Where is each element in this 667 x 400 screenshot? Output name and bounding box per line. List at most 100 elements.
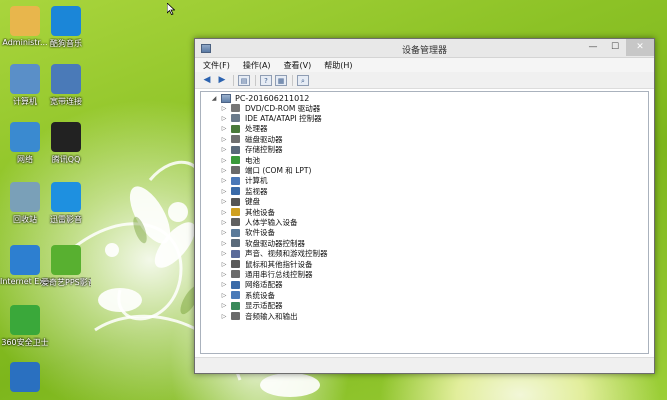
expand-arrow-icon[interactable]: ▷	[220, 281, 228, 288]
disk-drive-icon	[231, 135, 240, 144]
computer-icon	[10, 64, 40, 94]
properties-icon[interactable]: ▦	[275, 74, 287, 86]
menu-file[interactable]: 文件(F)	[203, 60, 230, 71]
network-connection-icon	[51, 64, 81, 94]
expand-arrow-icon[interactable]: ▷	[220, 240, 228, 247]
show-hide-tree-icon[interactable]: ▤	[238, 74, 250, 86]
desktop-icon[interactable]	[0, 362, 50, 394]
device-category[interactable]: ▷ 系统设备	[220, 290, 275, 300]
toolbar-separator	[255, 74, 256, 86]
expand-arrow-icon[interactable]: ▷	[220, 271, 228, 278]
expand-arrow-icon[interactable]: ▷	[220, 198, 228, 205]
expand-arrow-icon[interactable]: ▷	[220, 125, 228, 132]
device-category[interactable]: ▷ 软盘驱动器控制器	[220, 238, 305, 248]
expand-arrow-icon[interactable]: ▷	[220, 209, 228, 216]
desktop-icon-label: 360安全卫士	[1, 338, 49, 347]
desktop-icon-label: 爱奇艺PPS影音	[41, 278, 91, 287]
device-category[interactable]: ▷ 鼠标和其他指针设备	[220, 259, 313, 269]
expand-arrow-icon[interactable]: ▷	[220, 177, 228, 184]
device-manager-window: 设备管理器 — ☐ ✕ 文件(F) 操作(A) 查看(V) 帮助(H) ◀ ▶ …	[194, 38, 655, 374]
device-category[interactable]: ▷ 电池	[220, 155, 260, 165]
device-category[interactable]: ▷ 声音、视频和游戏控制器	[220, 249, 328, 259]
device-category[interactable]: ▷ 端口 (COM 和 LPT)	[220, 165, 312, 175]
device-category[interactable]: ▷ 处理器	[220, 124, 268, 134]
expand-arrow-icon[interactable]: ▷	[220, 261, 228, 268]
menu-help[interactable]: 帮助(H)	[324, 60, 352, 71]
status-bar	[195, 357, 654, 373]
device-tree: ◢ PC-201606211012 ▷ DVD/CD-ROM 驱动器 ▷ IDE AT…	[200, 91, 649, 354]
desktop-icon[interactable]: 腾讯QQ	[41, 122, 91, 165]
collapse-arrow-icon[interactable]: ◢	[210, 95, 218, 102]
keyboard-icon	[231, 197, 240, 206]
desktop-icon[interactable]: 迅雷影音	[41, 182, 91, 225]
device-category[interactable]: ▷ 音频输入和输出	[220, 311, 298, 321]
desktop-icon-label: 酷狗音乐	[50, 39, 82, 48]
expand-arrow-icon[interactable]: ▷	[220, 115, 228, 122]
hid-icon	[231, 218, 240, 227]
system-device-icon	[231, 291, 240, 300]
mouse-cursor-icon	[167, 3, 175, 15]
device-category[interactable]: ▷ 存储控制器	[220, 145, 283, 155]
expand-arrow-icon[interactable]: ▷	[220, 167, 228, 174]
menu-bar: 文件(F) 操作(A) 查看(V) 帮助(H)	[195, 58, 654, 72]
360-icon	[10, 305, 40, 335]
expand-arrow-icon[interactable]: ▷	[220, 188, 228, 195]
other-devices-icon	[231, 208, 240, 216]
device-category[interactable]: ▷ 网络适配器	[220, 280, 283, 290]
title-bar[interactable]: 设备管理器 — ☐ ✕	[195, 39, 654, 58]
expand-arrow-icon[interactable]: ▷	[220, 157, 228, 164]
desktop-icon[interactable]: 360安全卫士	[0, 305, 50, 348]
expand-arrow-icon[interactable]: ▷	[220, 292, 228, 299]
computer-icon	[231, 176, 240, 185]
close-button[interactable]: ✕	[626, 39, 654, 56]
device-category-label: 其他设备	[245, 207, 275, 217]
device-category[interactable]: ▷ 人体学输入设备	[220, 217, 298, 227]
desktop-icon[interactable]: 爱奇艺PPS影音	[41, 245, 91, 288]
expand-arrow-icon[interactable]: ▷	[220, 313, 228, 320]
device-category-label: 通用串行总线控制器	[245, 269, 313, 279]
device-category[interactable]: ▷ 软件设备	[220, 228, 275, 238]
device-category-label: 软盘驱动器控制器	[245, 238, 305, 248]
maximize-button[interactable]: ☐	[604, 39, 626, 56]
expand-arrow-icon[interactable]: ▷	[220, 229, 228, 236]
desktop-icon-label: 腾讯QQ	[51, 155, 81, 164]
iqiyi-pps-icon	[51, 245, 81, 275]
device-category[interactable]: ▷ 磁盘驱动器	[220, 134, 283, 144]
device-category[interactable]: ▷ 显示适配器	[220, 301, 283, 311]
device-category-label: 电池	[245, 155, 260, 165]
usb-icon	[231, 270, 240, 279]
desktop-icon-label: 迅雷影音	[50, 215, 82, 224]
device-category[interactable]: ▷ 其他设备	[220, 207, 275, 217]
port-icon	[231, 166, 240, 175]
back-arrow-icon[interactable]: ◀	[201, 75, 213, 86]
scan-hardware-icon[interactable]: ⌕	[297, 74, 309, 86]
desktop-icon[interactable]: 酷狗音乐	[41, 6, 91, 49]
device-category-label: 显示适配器	[245, 301, 283, 311]
folder-icon	[10, 6, 40, 36]
help-icon[interactable]: ?	[260, 74, 272, 86]
device-category-label: 端口 (COM 和 LPT)	[245, 165, 312, 175]
device-category-label: 系统设备	[245, 290, 275, 300]
expand-arrow-icon[interactable]: ▷	[220, 105, 228, 112]
device-category[interactable]: ▷ DVD/CD-ROM 驱动器	[220, 103, 321, 113]
expand-arrow-icon[interactable]: ▷	[220, 136, 228, 143]
expand-arrow-icon[interactable]: ▷	[220, 219, 228, 226]
xunlei-icon	[51, 182, 81, 212]
display-adapter-icon	[231, 301, 240, 310]
desktop-icon[interactable]: 宽带连接	[41, 64, 91, 107]
ie-icon	[10, 245, 40, 275]
menu-view[interactable]: 查看(V)	[284, 60, 312, 71]
device-category[interactable]: ▷ 键盘	[220, 197, 260, 207]
device-category[interactable]: ▷ 通用串行总线控制器	[220, 269, 313, 279]
device-category[interactable]: ▷ IDE ATA/ATAPI 控制器	[220, 113, 322, 123]
expand-arrow-icon[interactable]: ▷	[220, 250, 228, 257]
device-category[interactable]: ▷ 计算机	[220, 176, 268, 186]
device-category-label: 人体学输入设备	[245, 217, 298, 227]
menu-action[interactable]: 操作(A)	[243, 60, 271, 71]
forward-arrow-icon[interactable]: ▶	[216, 75, 228, 86]
expand-arrow-icon[interactable]: ▷	[220, 302, 228, 309]
device-category-label: 监视器	[245, 186, 268, 196]
device-category[interactable]: ▷ 监视器	[220, 186, 268, 196]
expand-arrow-icon[interactable]: ▷	[220, 146, 228, 153]
minimize-button[interactable]: —	[582, 39, 604, 56]
